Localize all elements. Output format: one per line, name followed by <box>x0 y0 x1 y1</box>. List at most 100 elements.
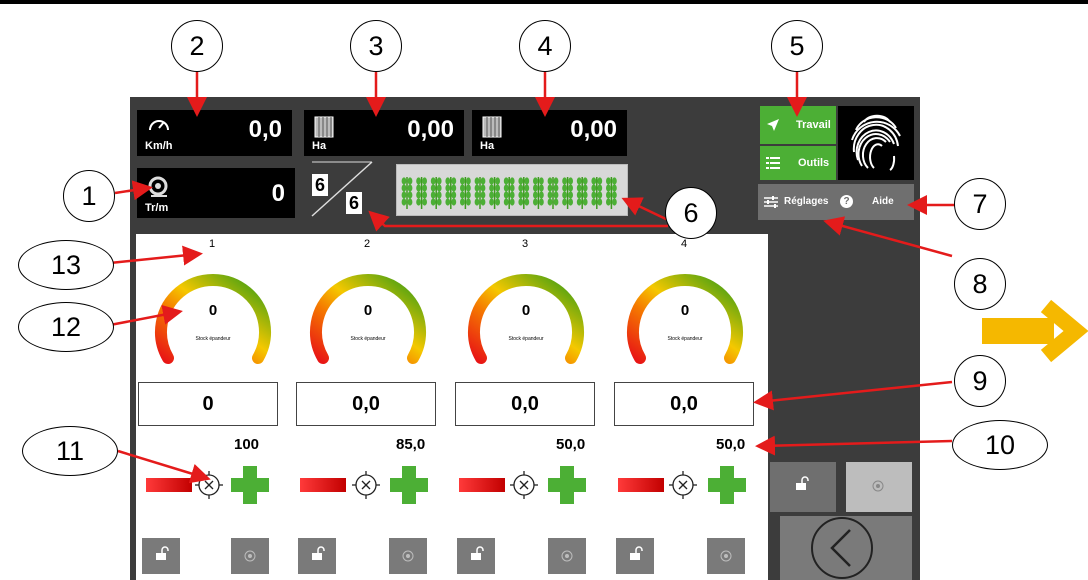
speedometer-icon <box>149 120 169 131</box>
work-button[interactable]: Travail <box>760 106 836 144</box>
area-partial-value: 0,00 <box>407 116 454 143</box>
marker-6: 6 <box>665 187 717 239</box>
speed-value: 0,0 <box>248 116 282 143</box>
fingerprint-button[interactable] <box>838 106 914 180</box>
area-total-value: 0,00 <box>570 116 617 143</box>
gauge-value-2: 0 <box>363 302 373 319</box>
global-target-button[interactable] <box>846 462 912 512</box>
rpm-value: 0 <box>271 180 285 207</box>
marker-8: 8 <box>954 258 1006 310</box>
decrease-button-1[interactable] <box>146 478 192 492</box>
wheat-icon <box>547 177 559 209</box>
target-button-2[interactable] <box>389 538 427 574</box>
wheat-icon <box>445 177 457 209</box>
section-bar[interactable] <box>396 164 628 216</box>
marker-12: 12 <box>18 302 114 352</box>
rate-field-1[interactable]: 0 <box>138 382 278 426</box>
tools-label: Outils <box>798 157 830 169</box>
increase-button-1[interactable] <box>231 466 269 504</box>
wheat-icon <box>474 177 486 209</box>
disc-rotation-icon <box>148 176 168 197</box>
marker-7: 7 <box>954 178 1006 230</box>
target-button-1[interactable] <box>231 538 269 574</box>
gauge-value-4: 0 <box>680 302 690 319</box>
wheat-icon <box>489 177 500 209</box>
wheat-icon <box>416 177 427 209</box>
wheat-icon <box>518 177 530 209</box>
wheat-icon <box>430 177 442 209</box>
decrease-button-3[interactable] <box>459 478 505 492</box>
gauge-value-3: 0 <box>521 302 531 319</box>
percent-1: 100 <box>234 436 260 453</box>
list-icon <box>766 157 780 169</box>
decrease-button-4[interactable] <box>618 478 664 492</box>
area-partial-tile: 0,00 Ha <box>304 110 464 156</box>
wheat-icon <box>562 177 573 209</box>
next-page-arrow-icon <box>982 299 1088 363</box>
rate-field-2[interactable]: 0,0 <box>296 382 436 426</box>
wheat-icon <box>606 177 617 209</box>
crop-icons-row <box>401 177 617 209</box>
global-unlock-button[interactable] <box>770 462 836 512</box>
wheat-icon <box>576 177 588 209</box>
gauge-label-2: Stock épandeur <box>350 336 386 342</box>
marker-3: 3 <box>350 20 402 72</box>
marker-2: 2 <box>171 20 223 72</box>
sections-active: 6 <box>312 174 328 196</box>
field-grid-icon <box>482 116 502 138</box>
rpm-tile: 0 Tr/m <box>137 168 295 218</box>
unlock-button-3[interactable] <box>457 538 495 574</box>
marker-10: 10 <box>952 420 1048 470</box>
percent-4: 50,0 <box>716 436 746 453</box>
unlock-button-1[interactable] <box>142 538 180 574</box>
increase-button-4[interactable] <box>708 466 746 504</box>
navigation-arrow-icon <box>767 119 779 131</box>
section-number-3: 3 <box>521 238 529 250</box>
work-label: Travail <box>796 119 831 131</box>
increase-button-3[interactable] <box>548 466 586 504</box>
section-number-2: 2 <box>363 238 371 250</box>
field-grid-icon <box>314 116 334 138</box>
percent-3: 50,0 <box>556 436 586 453</box>
area-total-unit: Ha <box>480 140 495 152</box>
speed-tile: 0,0 Km/h <box>137 110 292 156</box>
increase-button-2[interactable] <box>390 466 428 504</box>
marker-5: 5 <box>771 20 823 72</box>
rate-field-4[interactable]: 0,0 <box>614 382 754 426</box>
section-number-1: 1 <box>208 238 216 250</box>
help-button[interactable]: Aide <box>872 196 894 207</box>
rate-field-3[interactable]: 0,0 <box>455 382 595 426</box>
wheat-icon <box>503 177 515 209</box>
sliders-icon <box>764 196 778 208</box>
section-number-4: 4 <box>680 238 688 250</box>
section-count: 6 6 <box>308 160 374 218</box>
percent-2: 85,0 <box>396 436 426 453</box>
decrease-button-2[interactable] <box>300 478 346 492</box>
tools-button[interactable]: Outils <box>760 146 836 180</box>
back-button[interactable] <box>780 516 912 580</box>
gauge-value-1: 0 <box>208 302 218 319</box>
top-border <box>0 0 1088 4</box>
fingerprint-icon <box>851 114 901 171</box>
marker-1: 1 <box>63 170 115 222</box>
wheat-icon <box>591 177 603 209</box>
marker-4: 4 <box>519 20 571 72</box>
settings-button[interactable]: Réglages <box>784 196 828 207</box>
rpm-unit: Tr/m <box>145 202 169 214</box>
help-icon[interactable]: ? <box>840 195 853 208</box>
unlock-button-2[interactable] <box>298 538 336 574</box>
area-total-tile: 0,00 Ha <box>472 110 627 156</box>
speed-unit: Km/h <box>145 140 173 152</box>
target-button-4[interactable] <box>707 538 745 574</box>
area-partial-unit: Ha <box>312 140 327 152</box>
gauge-label-4: Stock épandeur <box>667 336 703 342</box>
marker-13: 13 <box>18 240 114 290</box>
wheat-icon <box>460 177 471 209</box>
gauge-label-3: Stock épandeur <box>508 336 544 342</box>
sections-total: 6 <box>346 192 362 214</box>
wheat-icon <box>533 177 544 209</box>
target-button-3[interactable] <box>548 538 586 574</box>
wheat-icon <box>401 177 413 209</box>
gauge-label-1: Stock épandeur <box>195 336 231 342</box>
unlock-button-4[interactable] <box>616 538 654 574</box>
